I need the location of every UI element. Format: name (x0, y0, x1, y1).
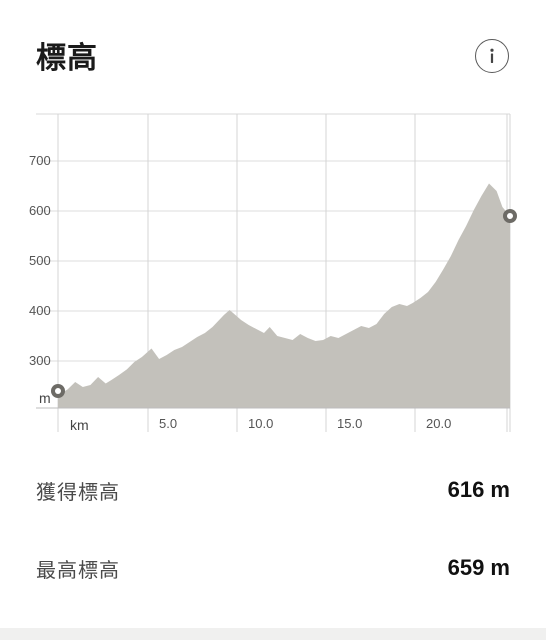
y-tick-label: 600 (29, 203, 51, 218)
y-tick-label: 400 (29, 303, 51, 318)
y-tick-label: 700 (29, 153, 51, 168)
elevation-area (58, 183, 510, 408)
bottom-strip (0, 628, 546, 640)
stat-row-max-elevation: 最高標高 659 m (36, 548, 510, 588)
elevation-gain-value: 616 m (447, 477, 510, 502)
y-tick-label: 300 (29, 353, 51, 368)
info-button[interactable] (475, 39, 509, 73)
max-elevation-label: 最高標高 (36, 557, 120, 582)
elevation-gain-label: 獲得標高 (36, 479, 120, 504)
y-axis-unit: m (39, 390, 51, 406)
elevation-card: 標高 700 600 500 400 300 m km 5.0 10.0 15.0 20.0 獲得標… (0, 0, 546, 628)
x-tick-label: 10.0 (248, 416, 273, 431)
end-marker-dot (507, 213, 513, 219)
elevation-chart: 700 600 500 400 300 m km 5.0 10.0 15.0 20.0 (29, 113, 517, 433)
stat-row-elevation-gain: 獲得標高 616 m (36, 470, 510, 510)
x-tick-label: 20.0 (426, 416, 451, 431)
y-tick-label: 500 (29, 253, 51, 268)
x-tick-label: 5.0 (159, 416, 177, 431)
info-icon (482, 46, 502, 66)
x-axis-unit: km (70, 417, 89, 433)
page-title: 標高 (36, 41, 98, 76)
start-marker-dot (55, 388, 61, 394)
x-tick-label: 15.0 (337, 416, 362, 431)
max-elevation-value: 659 m (447, 555, 510, 580)
